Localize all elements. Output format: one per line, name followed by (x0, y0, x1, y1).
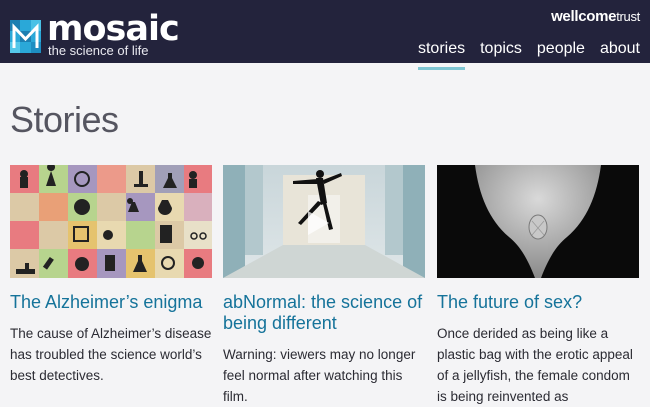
nav-people[interactable]: people (537, 38, 585, 66)
story-title[interactable]: abNormal: the science of being different (223, 292, 425, 334)
female-condom-photo[interactable] (437, 165, 639, 278)
nav-stories[interactable]: stories (417, 38, 466, 70)
nav-topics[interactable]: topics (480, 38, 522, 66)
story-card[interactable]: The future of sex? Once derided as being… (437, 165, 639, 407)
story-summary: Once derided as being like a plastic bag… (437, 326, 633, 404)
page-title: Stories (10, 99, 119, 140)
story-summary: Warning: viewers may no longer feel norm… (223, 347, 416, 404)
mosaic-logo-icon[interactable] (10, 20, 41, 53)
leaping-dancer-video-image[interactable] (223, 165, 425, 278)
site-header: mosaic the science of life wellcometrust… (0, 0, 650, 70)
wellcome-trust-logo[interactable]: wellcometrust (551, 8, 640, 26)
brand-tagline: the science of life (48, 43, 149, 58)
story-card[interactable]: abNormal: the science of being different… (223, 165, 425, 407)
story-summary: The cause of Alzheimer’s disease has tro… (10, 326, 212, 383)
story-title[interactable]: The future of sex? (437, 292, 639, 313)
nav-about[interactable]: about (600, 38, 640, 66)
main-nav: stories topics people about (417, 38, 640, 70)
story-card[interactable]: The Alzheimer’s enigma The cause of Alzh… (10, 165, 212, 386)
mosaic-tile-grid-image[interactable] (10, 165, 212, 278)
story-title[interactable]: The Alzheimer’s enigma (10, 292, 212, 313)
